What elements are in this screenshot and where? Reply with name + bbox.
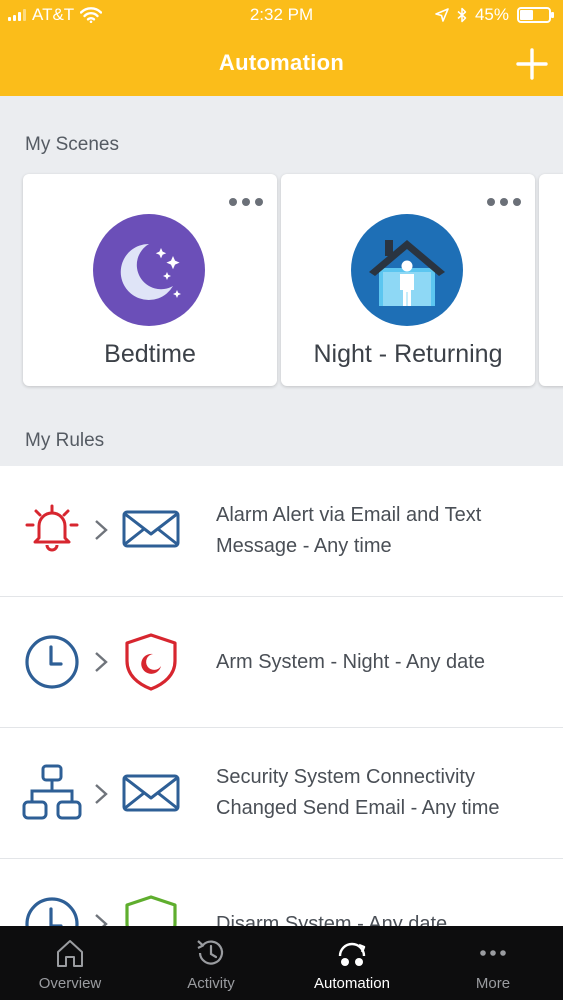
rule-line: Alarm Alert via Email and Text	[216, 504, 482, 526]
chevron-right-icon	[95, 652, 108, 672]
tab-label: Overview	[38, 975, 102, 992]
status-right: 45%	[435, 5, 554, 25]
more-dots-icon[interactable]	[487, 198, 521, 206]
rules-section-title: My Rules	[25, 430, 105, 451]
rule-line: Security System Connectivity	[216, 766, 475, 788]
tab-bar: Overview Activity Automation More	[0, 926, 563, 1000]
shield-icon	[125, 895, 177, 926]
alarm-bell-icon	[25, 504, 79, 552]
scenes-section-title: My Scenes	[25, 134, 119, 155]
envelope-icon	[122, 774, 180, 812]
rules-list: Alarm Alert via Email and Text Message -…	[0, 466, 563, 926]
house-person-icon	[351, 214, 463, 326]
home-icon	[57, 940, 83, 967]
shield-moon-icon	[125, 633, 177, 691]
clock-icon	[25, 635, 79, 689]
rule-line: Arm System - Night - Any date	[216, 651, 485, 673]
tab-label: Automation	[314, 975, 390, 992]
chevron-right-icon	[95, 520, 108, 540]
rule-row-arm-system[interactable]: Arm System - Night - Any date	[0, 597, 563, 728]
rule-row-disarm-system[interactable]: Disarm System - Any date	[0, 859, 563, 926]
page-title: Automation	[218, 50, 345, 75]
tab-overview[interactable]: Overview	[0, 926, 140, 1000]
rule-row-connectivity[interactable]: Security System Connectivity Changed Sen…	[0, 728, 563, 859]
chevron-right-icon	[95, 784, 108, 804]
chevron-right-icon	[95, 914, 108, 926]
battery-icon	[517, 7, 554, 23]
rule-description: Security System Connectivity Changed Sen…	[216, 762, 546, 824]
tab-more[interactable]: More	[423, 926, 563, 1000]
tab-label: More	[475, 975, 511, 992]
location-arrow-icon	[435, 8, 449, 22]
rule-row-alarm-alert[interactable]: Alarm Alert via Email and Text Message -…	[0, 466, 563, 597]
more-dots-icon	[480, 950, 506, 956]
scene-card-night-returning[interactable]: Night - Returning	[281, 174, 535, 386]
rule-line: Disarm System - Any date	[216, 913, 448, 926]
scene-name: Night - Returning	[313, 340, 503, 368]
scene-card-bedtime[interactable]: Bedtime	[23, 174, 277, 386]
rule-description: Arm System - Night - Any date	[216, 647, 546, 678]
app-header: AT&T 2:32 PM 45% Automation	[0, 0, 563, 96]
status-bar: AT&T 2:32 PM 45%	[0, 0, 563, 32]
rule-description: Disarm System - Any date	[216, 909, 546, 926]
tab-automation[interactable]: Automation	[282, 926, 422, 1000]
bluetooth-icon	[457, 7, 467, 23]
network-icon	[22, 764, 82, 820]
tab-label: Activity	[187, 975, 235, 992]
tab-activity[interactable]: Activity	[141, 926, 281, 1000]
scene-name: Bedtime	[104, 340, 196, 368]
envelope-icon	[122, 510, 180, 548]
rule-description: Alarm Alert via Email and Text Message -…	[216, 500, 546, 562]
rule-line: Message - Any time	[216, 535, 392, 557]
automation-icon	[338, 942, 366, 966]
rule-line: Changed Send Email - Any time	[216, 797, 500, 819]
scenes-carousel[interactable]: Bedtime Night - Returning	[0, 172, 563, 390]
more-dots-icon[interactable]	[229, 198, 263, 206]
scene-card-partial[interactable]	[539, 174, 563, 386]
clock-icon	[25, 897, 79, 926]
plus-icon[interactable]	[515, 47, 549, 81]
history-icon	[197, 940, 224, 965]
battery-percent: 45%	[474, 5, 509, 24]
moon-stars-icon	[93, 214, 205, 326]
